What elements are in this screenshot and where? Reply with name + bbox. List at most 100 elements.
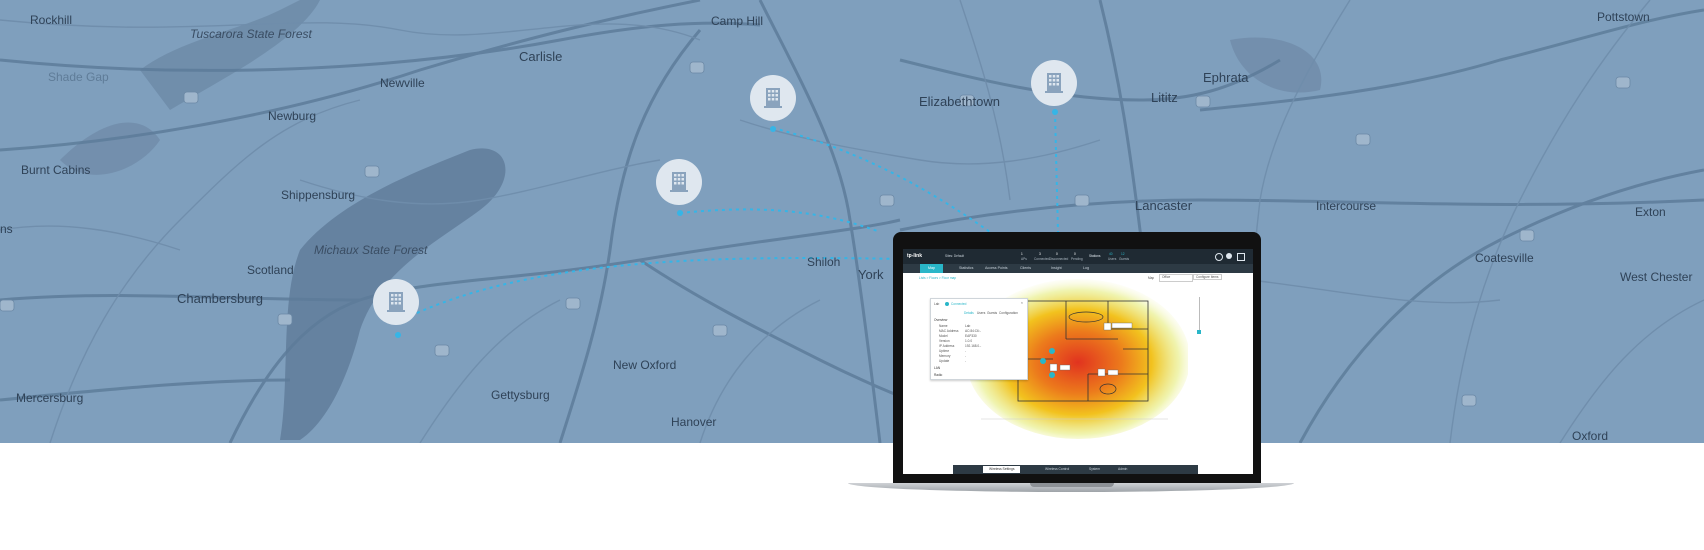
town-label: Newville — [380, 76, 425, 90]
row-value: - — [965, 349, 967, 353]
row-key: Update — [939, 359, 950, 363]
town-label: Tuscarora State Forest — [190, 27, 312, 41]
panel-subsection-lan[interactable]: LAN — [934, 366, 940, 370]
panel-title: Lab — [934, 302, 940, 306]
laptop-notch — [1030, 483, 1114, 487]
configure-button[interactable]: Configure Items — [1193, 274, 1222, 280]
town-label: Lititz — [1151, 90, 1178, 105]
row-value: AC:84:C6:- — [965, 329, 981, 333]
building-icon[interactable] — [373, 279, 419, 325]
town-label: Lancaster — [1135, 198, 1193, 213]
zoom-handle[interactable] — [1197, 330, 1201, 334]
panel-subsection-radio[interactable]: Radio — [934, 373, 942, 377]
tab-insight[interactable]: Insight — [1051, 266, 1062, 270]
panel-tab-details[interactable]: Details — [964, 311, 974, 315]
town-label: Shippensburg — [281, 188, 356, 202]
bottom-tabbar: Wireless Settings Wireless Control Syste… — [953, 465, 1198, 474]
tab-map[interactable]: Map — [920, 264, 943, 273]
row-key: Memory — [939, 354, 951, 358]
row-key: Model — [939, 334, 948, 338]
row-value: Lab — [965, 324, 971, 328]
row-value: 1.0.0 — [965, 339, 973, 343]
stat-value: 40 — [1109, 252, 1113, 256]
bottom-tab-admin[interactable]: Admin — [1118, 467, 1127, 471]
bottom-tab-wireless-control[interactable]: Wireless Control — [1045, 467, 1069, 471]
town-label: Pottstown — [1597, 10, 1650, 24]
background-map: Rockhill Tuscarora State Forest Shade Ga… — [0, 0, 1704, 443]
tab-access-points[interactable]: Access Points — [985, 266, 1008, 270]
row-value: EAP330 — [965, 334, 977, 338]
stat-label: Guests — [1119, 257, 1130, 261]
row-value: - — [965, 359, 967, 363]
stat-label: Users — [1108, 257, 1117, 261]
stat-label: APs — [1021, 257, 1027, 261]
logout-icon[interactable] — [1237, 253, 1245, 261]
town-label: Intercourse — [1316, 199, 1377, 213]
town-label: Rockhill — [30, 13, 73, 27]
town-label: Gettysburg — [491, 388, 550, 402]
row-key: MAC Address — [939, 329, 959, 333]
stat-value: 12 — [1121, 252, 1125, 256]
bottom-tab-wireless-settings[interactable]: Wireless Settings — [983, 466, 1021, 473]
row-key: IP Address — [939, 344, 955, 348]
zoom-slider[interactable] — [1199, 297, 1200, 331]
town-label: ns — [0, 222, 13, 236]
town-label: Scotland — [247, 263, 294, 277]
breadcrumb[interactable]: Lists > Floors > Floor map — [919, 276, 956, 280]
map-roads — [0, 0, 1704, 443]
row-key: Uptime — [939, 349, 950, 353]
ap-detail-panel: Lab Connected × Details Users Guests Con… — [930, 298, 1028, 380]
app-topbar: tp-link Sites: Default 1 APs 3 Connected… — [903, 249, 1253, 264]
town-label: Oxford — [1572, 429, 1609, 443]
tab-clients[interactable]: Clients — [1020, 266, 1031, 270]
stat-value: 0 — [1074, 252, 1076, 256]
stat-value: 3 — [1039, 252, 1041, 256]
refresh-icon[interactable] — [1215, 253, 1223, 261]
laptop-screen: tp-link Sites: Default 1 APs 3 Connected… — [903, 249, 1253, 474]
stat-label: Pending — [1071, 257, 1083, 261]
stat-label: Disconnected — [1049, 257, 1069, 261]
status-badge: Connected — [951, 302, 967, 306]
panel-tab-configuration[interactable]: Configuration — [999, 311, 1018, 315]
town-label: New Oxford — [613, 358, 677, 372]
building-icon[interactable] — [656, 159, 702, 205]
panel-tab-guests[interactable]: Guests — [987, 311, 997, 315]
close-icon[interactable]: × — [1021, 301, 1023, 305]
row-key: Name — [939, 324, 948, 328]
bottom-tab-system[interactable]: System — [1089, 467, 1100, 471]
settings-icon[interactable] — [1226, 253, 1232, 259]
site-selector[interactable]: Sites: Default — [945, 254, 964, 258]
stations-label: Stations — [1089, 254, 1101, 258]
building-icon[interactable] — [1031, 60, 1077, 106]
town-label: Hanover — [671, 415, 717, 429]
town-label: Newburg — [268, 109, 317, 123]
town-label: Shiloh — [807, 255, 841, 269]
stat-label: Connected — [1034, 257, 1050, 261]
row-key: Version — [939, 339, 950, 343]
brand-logo: tp-link — [907, 253, 922, 259]
stat-value: 0 — [1056, 252, 1058, 256]
town-label: Shade Gap — [48, 70, 109, 84]
tab-log[interactable]: Log — [1083, 266, 1089, 270]
town-label: Ephrata — [1203, 70, 1249, 85]
town-label: Michaux State Forest — [314, 243, 428, 257]
row-value: - — [965, 354, 967, 358]
town-label: Camp Hill — [711, 14, 764, 28]
town-label: Elizabethtown — [919, 94, 1000, 109]
town-label: Burnt Cabins — [21, 163, 91, 177]
town-label: York — [858, 267, 884, 282]
town-label: Carlisle — [519, 49, 563, 64]
building-icon[interactable] — [750, 75, 796, 121]
town-label: Coatesville — [1475, 251, 1534, 265]
tab-statistics[interactable]: Statistics — [959, 266, 973, 270]
stat-value: 1 — [1021, 252, 1023, 256]
town-label: Chambersburg — [177, 291, 263, 306]
panel-tab-users[interactable]: Users — [977, 311, 985, 315]
panel-section-title: Overview — [934, 318, 948, 322]
town-label: West Chester — [1620, 270, 1693, 284]
town-label: Mercersburg — [16, 391, 84, 405]
row-value: 192.168.0.- — [965, 344, 982, 348]
laptop-frame: tp-link Sites: Default 1 APs 3 Connected… — [893, 232, 1261, 485]
status-icon — [945, 302, 949, 306]
app-nav: Map Statistics Access Points Clients Ins… — [903, 264, 1253, 273]
